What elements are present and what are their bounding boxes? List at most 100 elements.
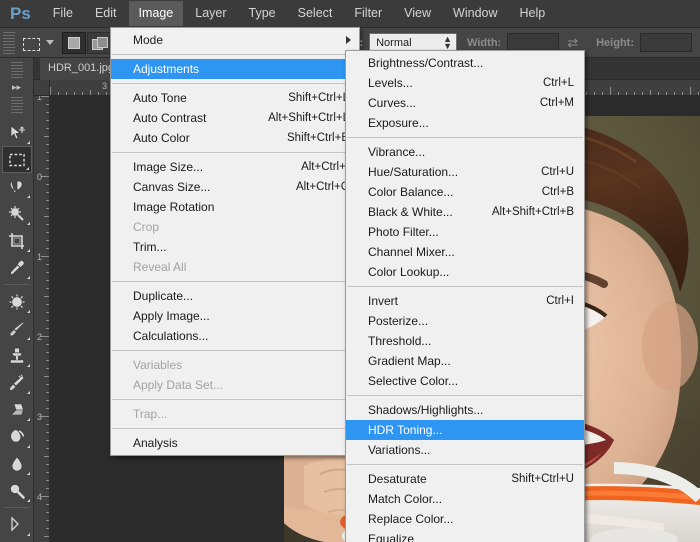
image-menu-item-mode[interactable]: Mode: [111, 30, 359, 50]
ruler-tick: [46, 400, 49, 401]
ruler-tick: [106, 92, 107, 95]
adjustments-menu-item-shortcut: Ctrl+I: [546, 295, 574, 307]
image-menu-item-label: Analysis: [133, 436, 178, 450]
image-menu-item-calculations[interactable]: Calculations...: [111, 326, 359, 346]
adjustments-menu-item-desaturate[interactable]: Desaturate Shift+Ctrl+U: [346, 469, 584, 489]
rectangular-marquee-icon[interactable]: [20, 32, 42, 54]
adjustments-menu-item-selective-color[interactable]: Selective Color...: [346, 371, 584, 391]
adjustments-menu-item-black-white[interactable]: Black & White... Alt+Shift+Ctrl+B: [346, 202, 584, 222]
adjustments-menu-item-gradient-map[interactable]: Gradient Map...: [346, 351, 584, 371]
crop-tool[interactable]: [2, 227, 32, 254]
menubar-item-image[interactable]: Image: [128, 1, 184, 26]
ruler-tick: [46, 168, 49, 169]
adjustments-menu-item-label: Equalize: [368, 532, 415, 542]
image-menu-item-label: Apply Data Set...: [133, 378, 224, 392]
adjustments-menu-item-variations[interactable]: Variations...: [346, 440, 584, 460]
image-menu-item-auto-contrast[interactable]: Auto Contrast Alt+Shift+Ctrl+L: [111, 108, 359, 128]
adjustments-menu-item-hue-saturation[interactable]: Hue/Saturation... Ctrl+U: [346, 162, 584, 182]
adjustments-menu-item-replace-color[interactable]: Replace Color...: [346, 509, 584, 529]
horizontal-type-tool[interactable]: T: [2, 538, 32, 542]
dodge-tool[interactable]: [2, 477, 32, 504]
pen-tool[interactable]: [2, 511, 32, 538]
adjustments-menu-item-levels[interactable]: Levels... Ctrl+L: [346, 73, 584, 93]
ruler-tick: [46, 232, 49, 233]
toolbox-grip[interactable]: [10, 62, 23, 78]
image-menu-item-apply-image[interactable]: Apply Image...: [111, 306, 359, 326]
menubar-item-layer[interactable]: Layer: [185, 1, 236, 26]
adjustments-menu-item-label: Color Lookup...: [368, 265, 450, 279]
adjustments-menu-item-equalize[interactable]: Equalize: [346, 529, 584, 542]
ruler-tick: [46, 272, 49, 273]
spot-healing-brush-tool[interactable]: [2, 288, 32, 315]
adjustments-menu-item-hdr-toning[interactable]: HDR Toning...: [346, 420, 584, 440]
ruler-label-v: 1: [37, 96, 43, 102]
swap-arrows-icon[interactable]: ⇄: [567, 35, 578, 51]
adjustments-menu-item-channel-mixer[interactable]: Channel Mixer...: [346, 242, 584, 262]
menubar-item-help[interactable]: Help: [510, 1, 556, 26]
image-menu-item-label: Mode: [133, 33, 164, 47]
adjustments-submenu-dropdown[interactable]: Brightness/Contrast... Levels... Ctrl+L Cur…: [345, 50, 585, 542]
adjustments-menu-item-label: Gradient Map...: [368, 354, 451, 368]
brush-tool[interactable]: [2, 315, 32, 342]
add-to-selection-button[interactable]: [87, 31, 111, 54]
history-brush-tool[interactable]: [2, 369, 32, 396]
adjustments-menu-item-threshold[interactable]: Threshold...: [346, 331, 584, 351]
blur-tool[interactable]: [2, 450, 32, 477]
adjustments-menu-item-shadows-highlights[interactable]: Shadows/Highlights...: [346, 400, 584, 420]
menubar-item-edit[interactable]: Edit: [85, 1, 127, 26]
image-menu-item-duplicate[interactable]: Duplicate...: [111, 286, 359, 306]
image-menu-item-adjustments[interactable]: Adjustments: [111, 59, 359, 79]
ruler-tick: [50, 87, 51, 95]
menubar-item-view[interactable]: View: [394, 1, 441, 26]
menubar-item-type[interactable]: Type: [239, 1, 286, 26]
ruler-tick: [74, 92, 75, 95]
toolbox-expand-icon[interactable]: ▸▸: [0, 82, 33, 93]
image-menu-item-trim[interactable]: Trim...: [111, 237, 359, 257]
image-menu-item-image-size[interactable]: Image Size... Alt+Ctrl+I: [111, 157, 359, 177]
ruler-tick: [46, 448, 49, 449]
adjustments-menu-item-match-color[interactable]: Match Color...: [346, 489, 584, 509]
adjustments-menu-item-exposure[interactable]: Exposure...: [346, 113, 584, 133]
adjustments-menu-item-label: Replace Color...: [368, 512, 454, 526]
image-menu-item-canvas-size[interactable]: Canvas Size... Alt+Ctrl+C: [111, 177, 359, 197]
photoshop-window: Ps File Edit Image Layer Type Select Filter Vie…: [0, 0, 700, 542]
adjustments-menu-item-curves[interactable]: Curves... Ctrl+M: [346, 93, 584, 113]
adjustments-menu-item-color-lookup[interactable]: Color Lookup...: [346, 262, 584, 282]
adjustments-menu-item-invert[interactable]: Invert Ctrl+I: [346, 291, 584, 311]
lasso-tool[interactable]: [2, 173, 32, 200]
ruler-tick: [46, 248, 49, 249]
adjustments-menu-separator: [347, 137, 583, 138]
gradient-tool[interactable]: [2, 423, 32, 450]
image-menu-dropdown[interactable]: Mode Adjustments Auto Tone Shift+Ctrl+L Auto…: [110, 27, 360, 456]
adjustments-menu-item-vibrance[interactable]: Vibrance...: [346, 142, 584, 162]
adjustments-menu-item-label: Threshold...: [368, 334, 432, 348]
adjustments-menu-item-posterize[interactable]: Posterize...: [346, 311, 584, 331]
image-menu-item-auto-color[interactable]: Auto Color Shift+Ctrl+B: [111, 128, 359, 148]
adjustments-menu-item-photo-filter[interactable]: Photo Filter...: [346, 222, 584, 242]
adjustments-menu-item-brightness-contrast[interactable]: Brightness/Contrast...: [346, 53, 584, 73]
rectangular-marquee-tool[interactable]: [1, 146, 32, 173]
eraser-tool[interactable]: [2, 396, 32, 423]
menubar-item-window[interactable]: Window: [443, 1, 507, 26]
chevron-down-icon[interactable]: [46, 40, 54, 45]
move-tool[interactable]: [2, 119, 32, 146]
menubar-item-select[interactable]: Select: [288, 1, 343, 26]
eyedropper-tool[interactable]: [2, 254, 32, 281]
image-menu-item-shortcut: Alt+Shift+Ctrl+L: [268, 112, 349, 124]
image-menu-item-label: Trim...: [133, 240, 167, 254]
adjustments-menu-item-color-balance[interactable]: Color Balance... Ctrl+B: [346, 182, 584, 202]
options-bar-grip[interactable]: [3, 31, 15, 54]
image-menu-item-analysis[interactable]: Analysis: [111, 433, 359, 453]
vertical-ruler[interactable]: 1012345: [34, 96, 50, 542]
adjustments-menu-item-label: Exposure...: [368, 116, 429, 130]
height-input[interactable]: [640, 33, 692, 52]
menubar-item-file[interactable]: File: [43, 1, 83, 26]
menubar-item-filter[interactable]: Filter: [344, 1, 392, 26]
image-menu-item-image-rotation[interactable]: Image Rotation: [111, 197, 359, 217]
image-menu-item-auto-tone[interactable]: Auto Tone Shift+Ctrl+L: [111, 88, 359, 108]
menu-bar: Ps File Edit Image Layer Type Select Filter Vie…: [0, 0, 700, 28]
new-selection-button[interactable]: [62, 31, 86, 54]
ruler-tick: [46, 424, 49, 425]
clone-stamp-tool[interactable]: [2, 342, 32, 369]
quick-selection-tool[interactable]: [2, 200, 32, 227]
